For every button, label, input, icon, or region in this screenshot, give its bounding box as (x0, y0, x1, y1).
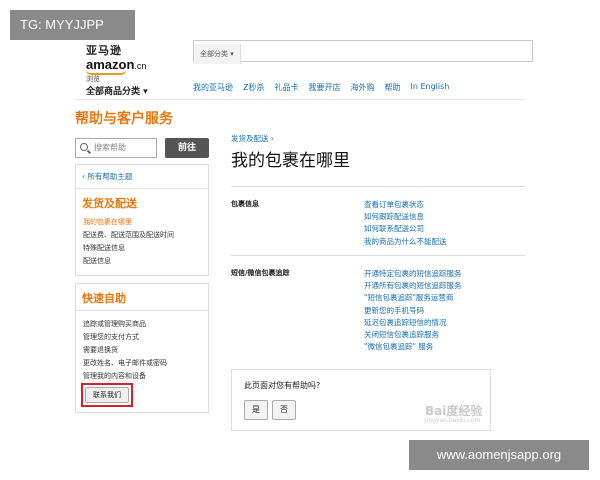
nav-help[interactable]: 帮助 (384, 82, 400, 93)
nav-flash-sale[interactable]: Z秒杀 (243, 82, 264, 93)
header-divider (75, 99, 525, 100)
feedback-yes-button[interactable]: 是 (244, 400, 268, 420)
category-browse-label: 全部商品分类 ▾ (86, 87, 148, 97)
link-sms-delay[interactable]: 延迟包裹追踪短信的情况 (364, 317, 462, 329)
help-title: 帮助与客户服务 (75, 111, 173, 127)
category-browse[interactable]: 浏览 全部商品分类 ▾ (86, 74, 148, 97)
search-icon (80, 143, 88, 151)
sidebar-item-where-is-package[interactable]: 我的包裹在哪里 (76, 215, 208, 228)
help-search-input[interactable]: 搜索帮助 (75, 138, 157, 158)
link-track-delivery[interactable]: 如何跟踪配送信息 (364, 211, 447, 223)
breadcrumb[interactable]: 发货及配送 › (231, 133, 274, 144)
section-links: 查看订单包裹状态 如何跟踪配送信息 如何联系配送公司 我的商品为什么不能配送 (364, 199, 447, 248)
top-navigation: 我的亚马逊 Z秒杀 礼品卡 我要开店 海外购 帮助 In English (193, 82, 449, 93)
link-wechat-tracking[interactable]: "微信包裹追踪" 服务 (364, 341, 462, 353)
sidebar-item-track-orders[interactable]: 追踪或管理购买商品 (76, 317, 208, 330)
nav-my-amazon[interactable]: 我的亚马逊 (193, 82, 233, 93)
chevron-down-icon: ▾ (143, 87, 148, 97)
link-update-phone[interactable]: 更新您的手机号码 (364, 305, 462, 317)
link-sms-operators[interactable]: "短信包裹追踪"服务运营商 (364, 292, 462, 304)
page-title: 我的包裹在哪里 (231, 151, 350, 171)
help-search-go-button[interactable]: 前往 (165, 138, 209, 158)
package-info-section: 包裹信息 查看订单包裹状态 如何跟踪配送信息 如何联系配送公司 我的商品为什么不… (231, 186, 525, 254)
category-browse-hint: 浏览 (86, 75, 100, 83)
logo-en-text: amazon.cn (86, 57, 147, 72)
link-contact-carrier[interactable]: 如何联系配送公司 (364, 223, 447, 235)
section-links: 开通特定包裹的短信追踪服务 开通所有包裹的短信追踪服务 "短信包裹追踪"服务运营… (364, 268, 462, 353)
sidebar-item-change-account[interactable]: 更改姓名、电子邮件或密码 (76, 356, 208, 369)
section-label: 短信/微信包裹追踪 (231, 269, 290, 277)
all-help-topics-link[interactable]: ‹ 所有帮助主题 (76, 165, 208, 182)
sidebar-divider (76, 310, 208, 311)
feedback-no-button[interactable]: 否 (272, 400, 296, 420)
sidebar-item-delivery-info[interactable]: 配送信息 (76, 254, 208, 267)
overlay-tag-label: TG: MYYJJPP (10, 10, 135, 40)
amazon-logo[interactable]: 亚马逊 amazon.cn (86, 42, 156, 75)
link-cannot-deliver[interactable]: 我的商品为什么不能配送 (364, 236, 447, 248)
link-sms-close[interactable]: 关闭短信包裹追踪服务 (364, 329, 462, 341)
search-category-dropdown[interactable]: 全部分类 ▾ (194, 44, 241, 64)
sms-tracking-section: 短信/微信包裹追踪 开通特定包裹的短信追踪服务 开通所有包裹的短信追踪服务 "短… (231, 255, 525, 355)
overlay-url-label: www.aomenjsapp.org (409, 440, 589, 470)
watermark-sub: jingyan.baidu.com (425, 417, 481, 424)
link-sms-all[interactable]: 开通所有包裹的短信追踪服务 (364, 280, 462, 292)
baidu-watermark: Bai度经验 jingyan.baidu.com (425, 402, 482, 424)
contact-button-highlight: 联系我们 (81, 383, 133, 407)
sidebar-section-title: 快速自助 (82, 292, 126, 305)
sidebar-item-shipping-fees[interactable]: 配送费、配送范围及配送时间 (76, 228, 208, 241)
contact-us-button[interactable]: 联系我们 (85, 387, 129, 403)
help-search-placeholder: 搜索帮助 (94, 143, 126, 152)
sidebar-item-manage-content[interactable]: 管理我的内容和设备 (76, 369, 208, 382)
watermark-main: Bai度经验 (425, 404, 483, 418)
sidebar-shipping-panel: ‹ 所有帮助主题 发货及配送 我的包裹在哪里 配送费、配送范围及配送时间 特殊配… (75, 164, 209, 276)
feedback-question: 此页面对您有帮助吗? (244, 381, 321, 390)
sidebar-item-special-delivery[interactable]: 特殊配送信息 (76, 241, 208, 254)
site-search-bar[interactable]: 全部分类 ▾ (193, 40, 533, 64)
nav-open-store[interactable]: 我要开店 (308, 82, 340, 93)
nav-gift-card[interactable]: 礼品卡 (274, 82, 298, 93)
link-check-order-status[interactable]: 查看订单包裹状态 (364, 199, 447, 211)
nav-global-store[interactable]: 海外购 (350, 82, 374, 93)
section-label: 包裹信息 (231, 200, 259, 208)
link-sms-specific[interactable]: 开通特定包裹的短信追踪服务 (364, 268, 462, 280)
sidebar-item-payment-methods[interactable]: 管理您的支付方式 (76, 330, 208, 343)
logo-cn-text: 亚马逊 (86, 44, 122, 57)
sidebar-section-title: 发货及配送 (82, 197, 137, 210)
nav-english[interactable]: In English (410, 82, 449, 93)
sidebar-item-returns[interactable]: 需要退换货 (76, 343, 208, 356)
